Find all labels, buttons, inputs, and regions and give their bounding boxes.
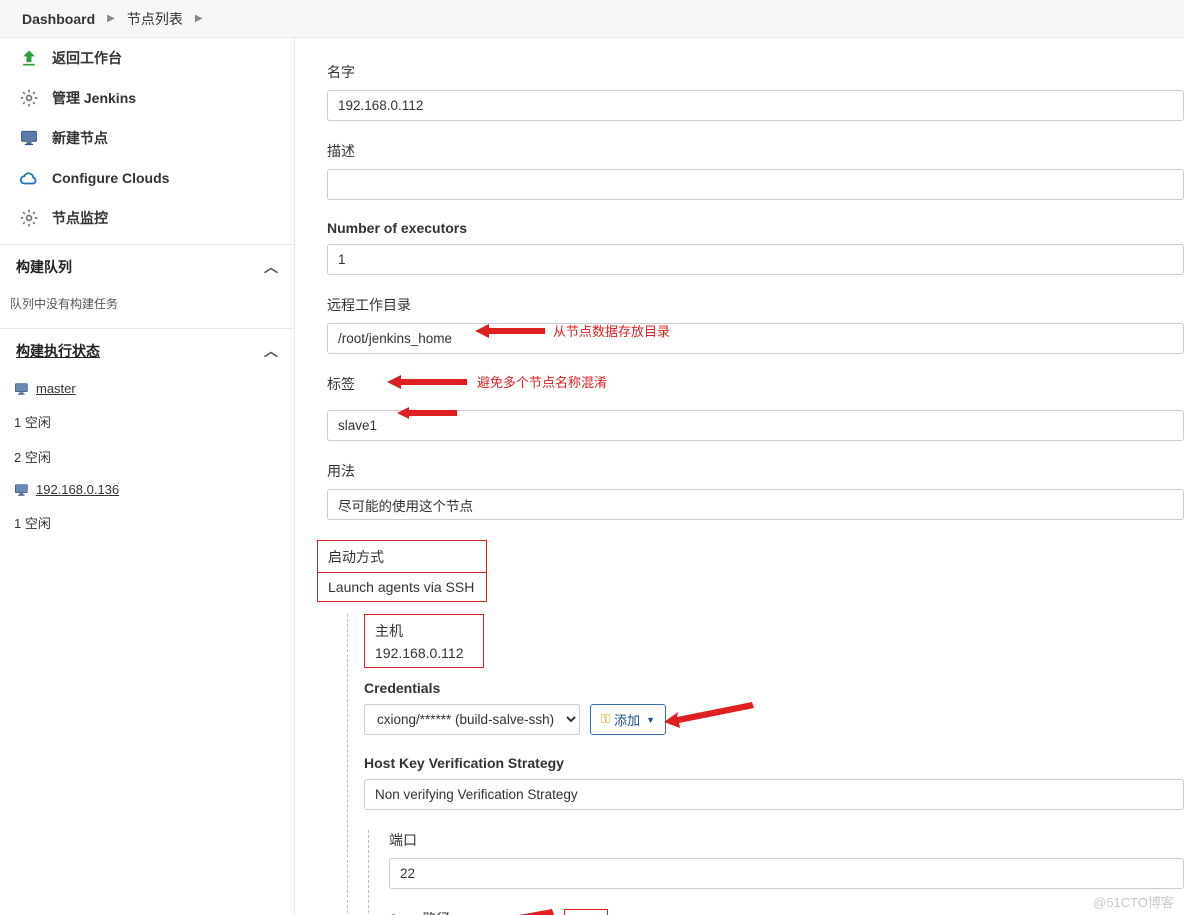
- main-form: 名字 描述 Number of executors 远程工作目录 从节点数据存放…: [295, 38, 1184, 915]
- usage-label: 用法: [327, 461, 1184, 481]
- queue-empty-text: 队列中没有构建任务: [0, 289, 294, 328]
- exec-section-header[interactable]: 构建执行状态 ︿: [0, 329, 294, 373]
- chevron-up-icon: ︿: [264, 341, 278, 361]
- annotation-arrow-icon: [475, 321, 545, 341]
- launch-method-label: 启动方式: [328, 547, 476, 567]
- exec-node2-link[interactable]: 192.168.0.136: [36, 482, 119, 497]
- add-credentials-button[interactable]: ⚿ 添加 ▼: [590, 704, 666, 735]
- exec-slot-1: 1 空闲: [0, 404, 294, 439]
- nav-configure-clouds[interactable]: Configure Clouds: [0, 158, 294, 198]
- description-label: 描述: [327, 141, 1184, 161]
- nav-node-monitor[interactable]: 节点监控: [0, 198, 294, 238]
- port-input[interactable]: [389, 858, 1184, 889]
- computer-icon: [14, 483, 30, 497]
- credentials-select[interactable]: cxiong/****** (build-salve-ssh): [364, 704, 580, 735]
- caret-down-icon: ▼: [646, 715, 655, 725]
- host-label: 主机: [375, 621, 473, 641]
- remote-dir-input[interactable]: [327, 323, 1184, 354]
- cloud-icon: [18, 168, 40, 188]
- queue-section-header[interactable]: 构建队列 ︿: [0, 245, 294, 289]
- key-icon: ⚿: [601, 712, 610, 727]
- exec-host-node2[interactable]: 192.168.0.136: [0, 474, 294, 505]
- nav-new-node[interactable]: 新建节点: [0, 118, 294, 158]
- exec-host-master[interactable]: master: [0, 373, 294, 404]
- nav-manage[interactable]: 管理 Jenkins: [0, 78, 294, 118]
- java-path-label: Java 路径: [389, 909, 450, 915]
- breadcrumb-dashboard[interactable]: Dashboard: [16, 11, 101, 27]
- annotation-arrow-icon: [397, 404, 457, 422]
- executors-label: Number of executors: [327, 220, 1184, 236]
- sidebar: 返回工作台 管理 Jenkins 新建节点 Configure Clouds 节: [0, 38, 295, 915]
- port-label: 端口: [389, 830, 1184, 850]
- usage-select[interactable]: [327, 489, 1184, 520]
- executors-input[interactable]: [327, 244, 1184, 275]
- computer-icon: [14, 382, 30, 396]
- tag-label: 标签: [327, 374, 355, 394]
- nav-new-node-label: 新建节点: [52, 128, 108, 148]
- launch-method-value[interactable]: Launch agents via SSH: [328, 579, 474, 595]
- exec-title: 构建执行状态: [16, 341, 100, 361]
- computer-icon: [18, 128, 40, 148]
- upload-icon: [18, 48, 40, 68]
- name-input[interactable]: [327, 90, 1184, 121]
- remote-dir-label: 远程工作目录: [327, 295, 1184, 315]
- exec-master-link[interactable]: master: [36, 381, 76, 396]
- nav-manage-label: 管理 Jenkins: [52, 88, 136, 108]
- hostkey-select[interactable]: [364, 779, 1184, 810]
- tag-annotation: 避免多个节点名称混淆: [477, 372, 607, 391]
- nav-node-monitor-label: 节点监控: [52, 208, 108, 228]
- gear-icon: [18, 208, 40, 228]
- nav-configure-clouds-label: Configure Clouds: [52, 170, 169, 186]
- add-button-label: 添加: [614, 710, 640, 729]
- nav-back[interactable]: 返回工作台: [0, 38, 294, 78]
- queue-title: 构建队列: [16, 257, 72, 277]
- host-value[interactable]: 192.168.0.112: [375, 645, 464, 661]
- exec-slot-3: 1 空闲: [0, 505, 294, 540]
- description-input[interactable]: [327, 169, 1184, 200]
- breadcrumb: Dashboard ▶ 节点列表 ▶: [0, 0, 1184, 38]
- exec-slot-2: 2 空闲: [0, 439, 294, 474]
- breadcrumb-sep-icon: ▶: [189, 13, 209, 24]
- annotation-arrow-icon: [387, 372, 467, 392]
- breadcrumb-sep-icon: ▶: [101, 13, 121, 24]
- nav-back-label: 返回工作台: [52, 48, 122, 68]
- chevron-up-icon: ︿: [264, 257, 278, 277]
- breadcrumb-nodes[interactable]: 节点列表: [121, 9, 189, 29]
- credentials-label: Credentials: [364, 680, 1184, 696]
- remote-dir-annotation: 从节点数据存放目录: [553, 321, 670, 340]
- empty-annotation-box: [564, 909, 608, 915]
- annotation-arrow-icon: [484, 909, 554, 915]
- name-label: 名字: [327, 62, 1184, 82]
- hostkey-label: Host Key Verification Strategy: [364, 755, 1184, 771]
- annotation-arrow-icon: [664, 700, 754, 730]
- gear-icon: [18, 88, 40, 108]
